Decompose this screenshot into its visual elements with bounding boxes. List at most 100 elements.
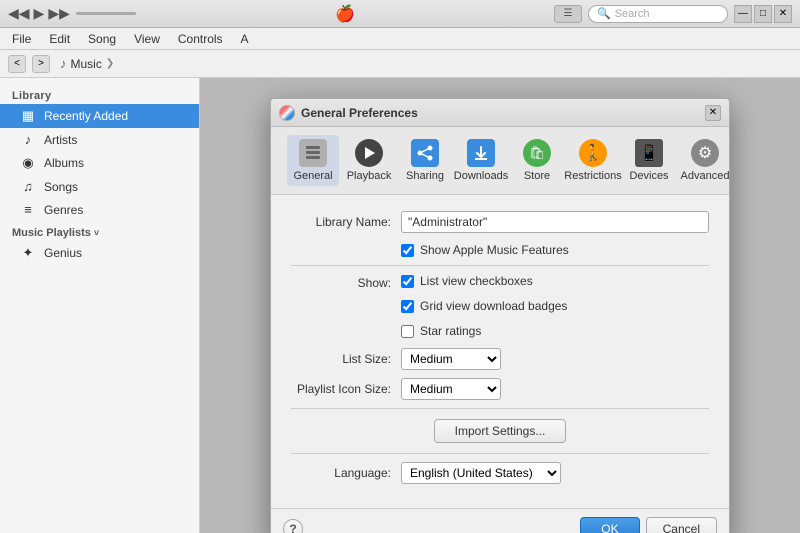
toolbar-advanced[interactable]: ⚙ Advanced — [679, 135, 731, 186]
play-btn[interactable]: ▶ — [34, 5, 45, 22]
footer-buttons: OK Cancel — [580, 517, 717, 533]
listview-checkbox[interactable] — [401, 275, 414, 288]
store-toolbar-icon: 🛍 — [523, 139, 551, 167]
dialog-close-button[interactable]: ✕ — [705, 105, 721, 121]
win-controls: — □ ✕ — [734, 5, 792, 23]
listview-label[interactable]: List view checkboxes — [420, 274, 533, 288]
show-apple-music-label[interactable]: Show Apple Music Features — [420, 243, 569, 257]
itunes-window: ◀◀ ▶ ▶▶ 🍎 ☰ 🔍 Search — □ ✕ File Edit Son… — [0, 0, 800, 533]
sidebar-item-artists[interactable]: ♪ Artists — [0, 128, 199, 151]
library-name-input[interactable] — [401, 211, 709, 233]
import-settings-button[interactable]: Import Settings... — [434, 419, 567, 443]
sidebar-item-label-albums: Albums — [44, 156, 84, 170]
music-note-icon: ♪ — [60, 56, 67, 71]
win-minimize[interactable]: — — [734, 5, 752, 23]
sidebar-item-albums[interactable]: ◉ Albums — [0, 151, 199, 175]
toolbar-downloads[interactable]: Downloads — [455, 135, 507, 186]
recently-added-icon: ▦ — [20, 108, 36, 124]
gridview-label[interactable]: Grid view download badges — [420, 299, 567, 313]
transport-controls: ◀◀ ▶ ▶▶ — [8, 5, 70, 22]
general-toolbar-icon — [299, 139, 327, 167]
dialog-title-area: General Preferences — [279, 105, 418, 121]
sidebar-item-recently-added[interactable]: ▦ Recently Added — [0, 104, 199, 128]
toolbar-devices-label: Devices — [629, 170, 668, 182]
show-section-row: Show: List view checkboxes Grid view dow… — [291, 274, 709, 344]
playlists-section[interactable]: Music Playlists ˅ — [0, 221, 199, 241]
win-close[interactable]: ✕ — [774, 5, 792, 23]
toolbar-restrictions-label: Restrictions — [564, 170, 621, 182]
menu-edit[interactable]: Edit — [41, 30, 78, 48]
dialog-footer: ? OK Cancel — [271, 508, 729, 533]
toolbar-downloads-label: Downloads — [454, 170, 508, 182]
content-area: Library ▦ Recently Added ♪ Artists ◉ Alb… — [0, 78, 800, 533]
help-button[interactable]: ? — [283, 519, 303, 533]
show-label: Show: — [291, 274, 401, 290]
restrictions-toolbar-icon: 🚶 — [579, 139, 607, 167]
ok-button[interactable]: OK — [580, 517, 639, 533]
menu-view[interactable]: View — [126, 30, 168, 48]
gridview-row: Grid view download badges — [401, 299, 567, 313]
sidebar-item-label-genius: Genius — [44, 246, 82, 260]
dialog-title-text: General Preferences — [301, 106, 418, 120]
window-controls: ◀◀ ▶ ▶▶ — [8, 5, 136, 22]
artists-icon: ♪ — [20, 132, 36, 147]
list-view-btn[interactable]: ☰ — [554, 5, 582, 23]
dialog-toolbar: General Playback — [271, 127, 729, 195]
menu-file[interactable]: File — [4, 30, 39, 48]
forward-btn[interactable]: ▶▶ — [48, 5, 70, 22]
toolbar-playback-label: Playback — [347, 170, 392, 182]
divider-3 — [291, 453, 709, 454]
toolbar-general-label: General — [293, 170, 332, 182]
volume-slider[interactable] — [76, 12, 136, 15]
sidebar-item-label-songs: Songs — [44, 180, 78, 194]
language-select[interactable]: English (United States) Français Deutsch… — [401, 462, 561, 484]
menu-more[interactable]: A — [233, 30, 257, 48]
toolbar-restrictions[interactable]: 🚶 Restrictions — [567, 135, 619, 186]
sharing-toolbar-icon — [411, 139, 439, 167]
listview-row: List view checkboxes — [401, 274, 567, 288]
playlist-icon-size-row: Playlist Icon Size: Small Medium Large — [291, 378, 709, 400]
genres-icon: ≡ — [20, 202, 36, 217]
list-size-select[interactable]: Small Medium Large — [401, 348, 501, 370]
menu-controls[interactable]: Controls — [170, 30, 231, 48]
toolbar-general[interactable]: General — [287, 135, 339, 186]
cancel-button[interactable]: Cancel — [646, 517, 717, 533]
sidebar-item-label-genres: Genres — [44, 203, 83, 217]
nav-back[interactable]: < — [8, 55, 26, 73]
dialog-body: Library Name: Show Apple Music Features … — [271, 195, 729, 508]
sidebar-item-genius[interactable]: ✦ Genius — [0, 241, 199, 265]
show-apple-music-checkbox[interactable] — [401, 244, 414, 257]
toolbar-playback[interactable]: Playback — [343, 135, 395, 186]
starratings-row: Star ratings — [401, 324, 567, 338]
menu-song[interactable]: Song — [80, 30, 124, 48]
itunes-icon — [279, 105, 295, 121]
nav-chevron-icon: ❯ — [106, 58, 114, 69]
title-bar: ◀◀ ▶ ▶▶ 🍎 ☰ 🔍 Search — □ ✕ — [0, 0, 800, 28]
title-bar-right: ☰ 🔍 Search — □ ✕ — [554, 5, 792, 23]
nav-bar: < > ♪ Music ❯ — [0, 50, 800, 78]
toolbar-sharing[interactable]: Sharing — [399, 135, 451, 186]
sidebar-item-label-artists: Artists — [44, 133, 77, 147]
nav-forward[interactable]: > — [32, 55, 50, 73]
divider-1 — [291, 265, 709, 266]
search-box[interactable]: 🔍 Search — [588, 5, 728, 23]
library-section-title: Library — [0, 86, 199, 104]
playback-toolbar-icon — [355, 139, 383, 167]
starratings-label[interactable]: Star ratings — [420, 324, 481, 338]
playlist-icon-size-label: Playlist Icon Size: — [291, 382, 401, 396]
playlists-chevron-icon: ˅ — [94, 228, 99, 238]
playlist-icon-size-select[interactable]: Small Medium Large — [401, 378, 501, 400]
toolbar-devices[interactable]: 📱 Devices — [623, 135, 675, 186]
toolbar-sharing-label: Sharing — [406, 170, 444, 182]
apple-logo: 🍎 — [335, 4, 355, 24]
downloads-toolbar-icon — [467, 139, 495, 167]
import-settings-row: Import Settings... — [291, 419, 709, 443]
sidebar-item-songs[interactable]: ♫ Songs — [0, 175, 199, 198]
list-size-label: List Size: — [291, 352, 401, 366]
sidebar-item-genres[interactable]: ≡ Genres — [0, 198, 199, 221]
win-maximize[interactable]: □ — [754, 5, 772, 23]
back-btn[interactable]: ◀◀ — [8, 5, 30, 22]
starratings-checkbox[interactable] — [401, 325, 414, 338]
gridview-checkbox[interactable] — [401, 300, 414, 313]
toolbar-store[interactable]: 🛍 Store — [511, 135, 563, 186]
